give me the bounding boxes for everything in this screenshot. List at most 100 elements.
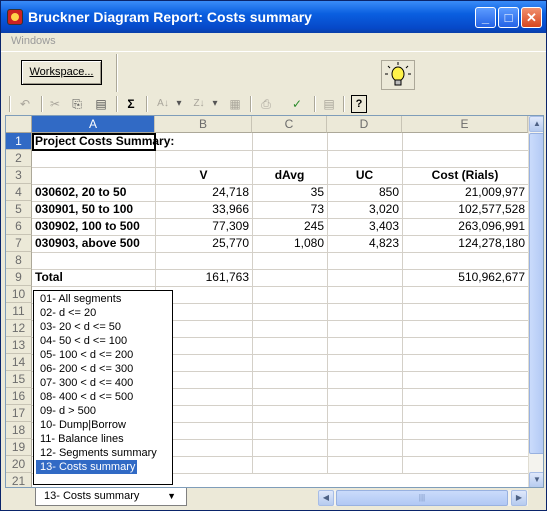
select-all-corner[interactable] bbox=[6, 116, 32, 133]
scroll-left-button[interactable]: ◀ bbox=[318, 490, 334, 506]
column-header-d[interactable]: D bbox=[327, 116, 402, 133]
row-header[interactable]: 18 bbox=[6, 422, 32, 439]
row-header[interactable]: 17 bbox=[6, 405, 32, 422]
sheet-list-item[interactable]: 06- 200 < d <= 300 bbox=[36, 362, 137, 376]
sheet-list-item[interactable]: 02- d <= 20 bbox=[36, 306, 137, 320]
row-header[interactable]: 11 bbox=[6, 303, 32, 320]
row-header[interactable]: 3 bbox=[6, 167, 32, 184]
cell-b3[interactable]: V bbox=[155, 167, 252, 184]
sheet-list-item[interactable]: 07- 300 < d <= 400 bbox=[36, 376, 137, 390]
cell-d7[interactable]: 4,823 bbox=[327, 235, 402, 252]
sort-ascending-dropdown-icon[interactable]: ▾ bbox=[175, 95, 183, 113]
format-icon[interactable]: ▦ bbox=[227, 95, 243, 113]
sheet-list-item-selected[interactable]: 13- Costs summary bbox=[36, 460, 137, 474]
sheet-list-item[interactable]: 05- 100 < d <= 200 bbox=[36, 348, 137, 362]
maximize-button[interactable]: □ bbox=[498, 7, 519, 28]
vertical-scroll-thumb[interactable] bbox=[529, 133, 543, 454]
cell-c7[interactable]: 1,080 bbox=[252, 235, 327, 252]
cell-b9[interactable]: 161,763 bbox=[155, 269, 252, 286]
minimize-button[interactable]: _ bbox=[475, 7, 496, 28]
lightbulb-button[interactable] bbox=[381, 60, 415, 90]
cell-c5[interactable]: 73 bbox=[252, 201, 327, 218]
cell-e7[interactable]: 124,278,180 bbox=[402, 235, 528, 252]
autosum-icon[interactable]: Σ bbox=[123, 95, 139, 113]
sort-descending-icon[interactable]: Z↓ bbox=[189, 95, 209, 113]
sheet-list-item[interactable]: 12- Segments summary bbox=[36, 446, 157, 460]
column-header-e[interactable]: E bbox=[402, 116, 528, 133]
chevron-down-icon[interactable]: ▼ bbox=[167, 488, 176, 504]
app-icon[interactable] bbox=[7, 9, 23, 25]
horizontal-scrollbar[interactable]: ◀ ||| ▶ bbox=[318, 490, 528, 506]
workspace-button[interactable]: Workspace... bbox=[21, 60, 102, 85]
export-excel-icon[interactable]: ✓ bbox=[287, 95, 307, 113]
cell-e9[interactable]: 510,962,677 bbox=[402, 269, 528, 286]
sheet-list-item[interactable]: 09- d > 500 bbox=[36, 404, 137, 418]
paste-icon[interactable]: ▤ bbox=[93, 95, 109, 113]
row-header[interactable]: 13 bbox=[6, 337, 32, 354]
row-header[interactable]: 6 bbox=[6, 218, 32, 235]
cell-c6[interactable]: 245 bbox=[252, 218, 327, 235]
cell-c4[interactable]: 35 bbox=[252, 184, 327, 201]
title-bar[interactable]: Bruckner Diagram Report: Costs summary _… bbox=[1, 1, 546, 33]
undo-icon[interactable]: ↶ bbox=[17, 95, 33, 113]
help-icon[interactable]: ? bbox=[351, 95, 367, 113]
scroll-up-button[interactable]: ▲ bbox=[529, 116, 543, 132]
row-header[interactable]: 2 bbox=[6, 150, 32, 167]
vertical-scrollbar[interactable]: ▲ ▼ bbox=[528, 116, 543, 487]
column-header-c[interactable]: C bbox=[252, 116, 327, 133]
sheet-list-item[interactable]: 08- 400 < d <= 500 bbox=[36, 390, 137, 404]
sheet-list-item[interactable]: 01- All segments bbox=[36, 292, 137, 306]
sheet-list-item[interactable]: 10- Dump|Borrow bbox=[36, 418, 137, 432]
sort-descending-dropdown-icon[interactable]: ▾ bbox=[211, 95, 219, 113]
cell-b6[interactable]: 77,309 bbox=[155, 218, 252, 235]
row-header[interactable]: 9 bbox=[6, 269, 32, 286]
cell-d5[interactable]: 3,020 bbox=[327, 201, 402, 218]
row-header[interactable]: 7 bbox=[6, 235, 32, 252]
cell-a1[interactable]: Project Costs Summary: bbox=[32, 133, 252, 150]
cell-e6[interactable]: 263,096,991 bbox=[402, 218, 528, 235]
cut-icon[interactable]: ✂ bbox=[47, 95, 63, 113]
close-button[interactable]: ✕ bbox=[521, 7, 542, 28]
column-header-b[interactable]: B bbox=[155, 116, 252, 133]
row-header[interactable]: 10 bbox=[6, 286, 32, 303]
cell-a6[interactable]: 030902, 100 to 500 bbox=[32, 218, 155, 235]
row-header[interactable]: 1 bbox=[6, 133, 32, 150]
cell-a5[interactable]: 030901, 50 to 100 bbox=[32, 201, 155, 218]
cell-d4[interactable]: 850 bbox=[327, 184, 402, 201]
row-header[interactable]: 15 bbox=[6, 371, 32, 388]
scroll-right-button[interactable]: ▶ bbox=[511, 490, 527, 506]
row-header[interactable]: 16 bbox=[6, 388, 32, 405]
sheet-list-item[interactable]: 03- 20 < d <= 50 bbox=[36, 320, 137, 334]
sort-ascending-icon[interactable]: A↓ bbox=[153, 95, 173, 113]
cell-a7[interactable]: 030903, above 500 bbox=[32, 235, 155, 252]
sheet-list-item[interactable]: 11- Balance lines bbox=[36, 432, 137, 446]
copy-icon[interactable]: ⎘ bbox=[69, 95, 85, 113]
cell-b5[interactable]: 33,966 bbox=[155, 201, 252, 218]
row-header[interactable]: 20 bbox=[6, 456, 32, 473]
sheet-dropdown-list[interactable]: 01- All segments 02- d <= 20 03- 20 < d … bbox=[33, 290, 173, 485]
row-header[interactable]: 14 bbox=[6, 354, 32, 371]
column-header-a[interactable]: A bbox=[32, 116, 155, 133]
row-header[interactable]: 8 bbox=[6, 252, 32, 269]
cell-d3[interactable]: UC bbox=[327, 167, 402, 184]
scroll-down-button[interactable]: ▼ bbox=[529, 472, 543, 487]
cell-a9[interactable]: Total bbox=[32, 269, 155, 286]
cell-a4[interactable]: 030602, 20 to 50 bbox=[32, 184, 155, 201]
properties-icon[interactable]: ▤ bbox=[321, 95, 337, 113]
horizontal-scroll-thumb[interactable]: ||| bbox=[336, 490, 508, 506]
sheet-list-item[interactable]: 04- 50 < d <= 100 bbox=[36, 334, 137, 348]
row-header[interactable]: 5 bbox=[6, 201, 32, 218]
cell-e4[interactable]: 21,009,977 bbox=[402, 184, 528, 201]
cell-e3[interactable]: Cost (Rials) bbox=[402, 167, 528, 184]
menu-windows[interactable]: Windows bbox=[11, 35, 56, 47]
row-header[interactable]: 19 bbox=[6, 439, 32, 456]
active-sheet-tab[interactable]: 13- Costs summary ▼ bbox=[35, 488, 187, 506]
row-header[interactable]: 12 bbox=[6, 320, 32, 337]
row-header[interactable]: 21 bbox=[6, 473, 32, 487]
print-icon[interactable]: ⎙ bbox=[257, 95, 275, 113]
cell-c3[interactable]: dAvg bbox=[252, 167, 327, 184]
cell-b4[interactable]: 24,718 bbox=[155, 184, 252, 201]
cell-d6[interactable]: 3,403 bbox=[327, 218, 402, 235]
row-header[interactable]: 4 bbox=[6, 184, 32, 201]
cell-e5[interactable]: 102,577,528 bbox=[402, 201, 528, 218]
